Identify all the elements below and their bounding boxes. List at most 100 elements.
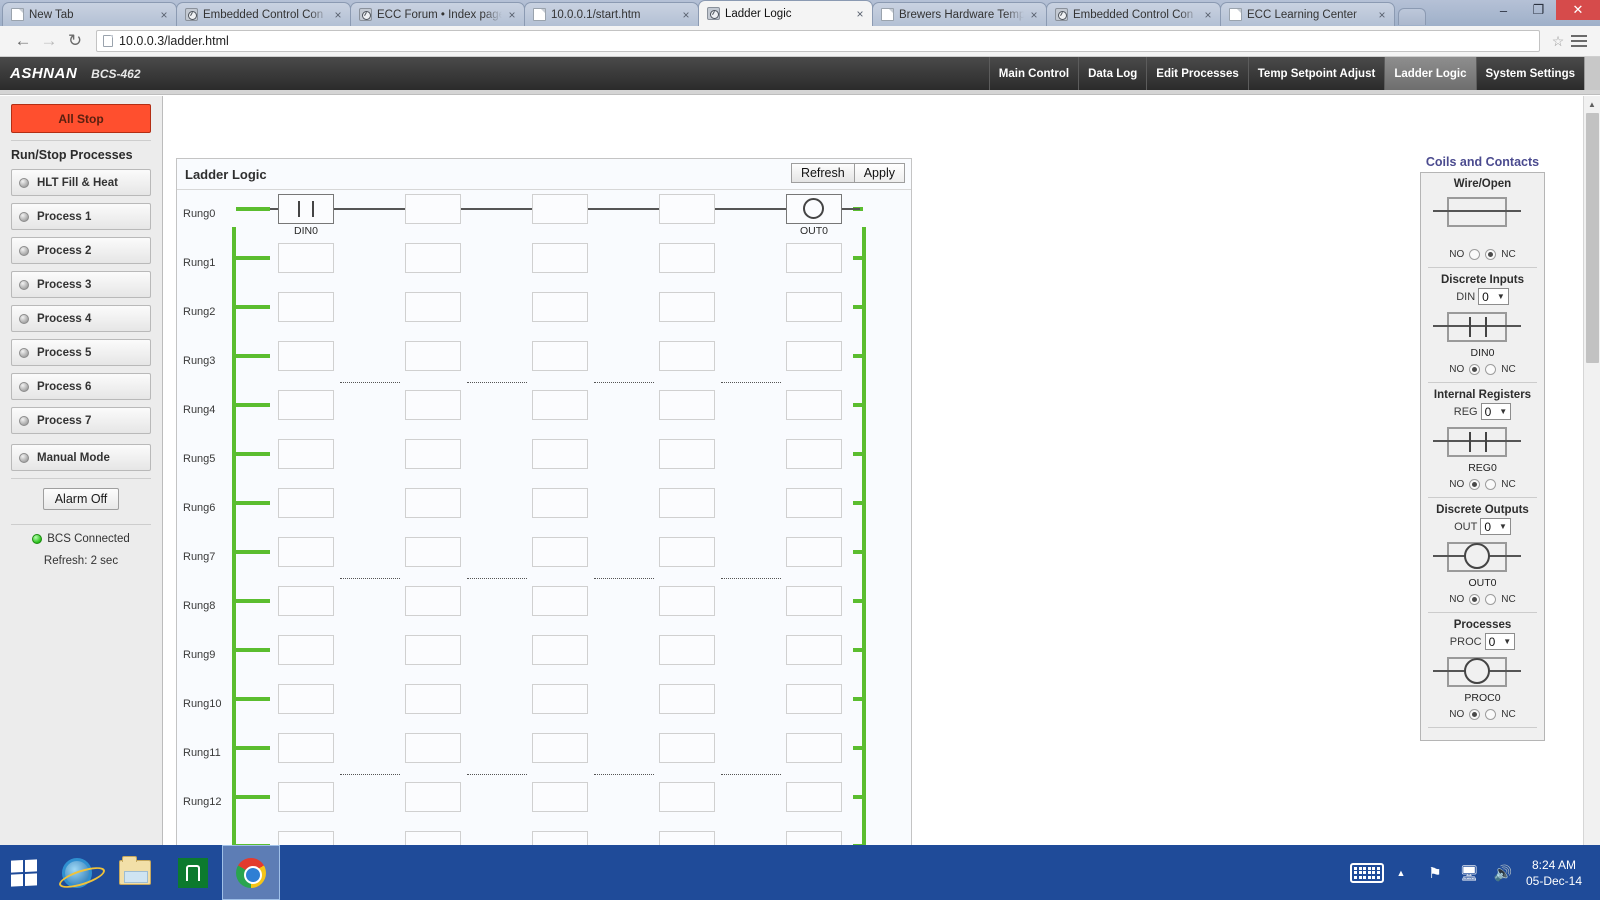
nav-item-edit-processes[interactable]: Edit Processes xyxy=(1146,57,1247,90)
ladder-cell-r8-c4[interactable] xyxy=(786,586,842,616)
radio-nc-wire[interactable] xyxy=(1485,249,1497,260)
process-button-3[interactable]: Process 3 xyxy=(11,271,151,298)
browser-tab-1[interactable]: Embedded Control Con × xyxy=(176,2,351,26)
taskbar-item-internet-explorer[interactable] xyxy=(48,845,106,900)
ladder-cell-r10-c1[interactable] xyxy=(405,684,461,714)
ladder-cell-r5-c1[interactable] xyxy=(405,439,461,469)
ladder-cell-r4-c4[interactable] xyxy=(786,390,842,420)
ladder-cell-r7-c4[interactable] xyxy=(786,537,842,567)
network-icon[interactable]: 🖥 xyxy=(1452,845,1486,900)
scrollbar-thumb[interactable] xyxy=(1586,113,1599,363)
forward-icon[interactable]: → xyxy=(36,28,62,54)
ladder-cell-r7-c3[interactable] xyxy=(659,537,715,567)
ladder-cell-r1-c4[interactable] xyxy=(786,243,842,273)
ladder-cell-r1-c0[interactable] xyxy=(278,243,334,273)
ladder-cell-r3-c4[interactable] xyxy=(786,341,842,371)
ladder-cell-r11-c2[interactable] xyxy=(532,733,588,763)
browser-tab-4[interactable]: Ladder Logic × xyxy=(698,0,873,26)
tab-close-icon[interactable]: × xyxy=(158,9,170,21)
start-button[interactable] xyxy=(0,845,48,900)
ladder-cell-r3-c1[interactable] xyxy=(405,341,461,371)
ladder-cell-r2-c1[interactable] xyxy=(405,292,461,322)
ladder-cell-r12-c4[interactable] xyxy=(786,782,842,812)
ladder-cell-r2-c3[interactable] xyxy=(659,292,715,322)
ladder-cell-r3-c0[interactable] xyxy=(278,341,334,371)
tab-close-icon[interactable]: × xyxy=(680,9,692,21)
show-hidden-icons-icon[interactable]: ▲ xyxy=(1384,845,1418,900)
scroll-up-arrow-icon[interactable]: ▲ xyxy=(1584,96,1600,113)
ladder-cell-r5-c3[interactable] xyxy=(659,439,715,469)
ladder-cell-r6-c4[interactable] xyxy=(786,488,842,518)
address-bar[interactable]: 10.0.0.3/ladder.html xyxy=(96,30,1540,52)
palette-symbol-out[interactable] xyxy=(1425,540,1540,578)
ladder-cell-r5-c0[interactable] xyxy=(278,439,334,469)
ladder-cell-r7-c2[interactable] xyxy=(532,537,588,567)
clock[interactable]: 8:24 AM 05-Dec-14 xyxy=(1520,857,1594,889)
alarm-toggle-button[interactable]: Alarm Off xyxy=(42,488,120,510)
close-icon[interactable]: ✕ xyxy=(1556,0,1600,20)
browser-tab-2[interactable]: ECC Forum • Index page × xyxy=(350,2,525,26)
radio-nc-reg[interactable] xyxy=(1485,479,1497,490)
ladder-cell-r12-c1[interactable] xyxy=(405,782,461,812)
taskbar-item-windows-store[interactable] xyxy=(164,845,222,900)
tab-close-icon[interactable]: × xyxy=(1028,9,1040,21)
nav-item-main-control[interactable]: Main Control xyxy=(988,57,1078,90)
ladder-cell-r7-c1[interactable] xyxy=(405,537,461,567)
bookmark-star-icon[interactable]: ☆ xyxy=(1548,33,1568,50)
ladder-cell-r4-c0[interactable] xyxy=(278,390,334,420)
ladder-cell-r6-c3[interactable] xyxy=(659,488,715,518)
ladder-cell-r9-c3[interactable] xyxy=(659,635,715,665)
taskbar-item-google-chrome[interactable] xyxy=(222,845,280,900)
ladder-cell-r1-c1[interactable] xyxy=(405,243,461,273)
nav-item-temp-setpoint-adjust[interactable]: Temp Setpoint Adjust xyxy=(1247,57,1385,90)
ladder-cell-r0-c2[interactable] xyxy=(532,194,588,224)
ladder-cell-r4-c3[interactable] xyxy=(659,390,715,420)
process-button-4[interactable]: Process 4 xyxy=(11,305,151,332)
ladder-cell-r9-c2[interactable] xyxy=(532,635,588,665)
ladder-cell-r13-c3[interactable] xyxy=(659,831,715,845)
ladder-cell-r10-c4[interactable] xyxy=(786,684,842,714)
ladder-cell-r4-c1[interactable] xyxy=(405,390,461,420)
palette-symbol-reg[interactable] xyxy=(1425,425,1540,463)
ladder-cell-r11-c1[interactable] xyxy=(405,733,461,763)
radio-no-din[interactable] xyxy=(1469,364,1481,375)
ladder-cell-r2-c0[interactable] xyxy=(278,292,334,322)
ladder-cell-r5-c2[interactable] xyxy=(532,439,588,469)
ladder-cell-r10-c0[interactable] xyxy=(278,684,334,714)
ladder-cell-r1-c2[interactable] xyxy=(532,243,588,273)
process-button-5[interactable]: Process 5 xyxy=(11,339,151,366)
browser-tab-6[interactable]: Embedded Control Con × xyxy=(1046,2,1221,26)
ladder-cell-r5-c4[interactable] xyxy=(786,439,842,469)
ladder-cell-r10-c2[interactable] xyxy=(532,684,588,714)
ladder-cell-r13-c1[interactable] xyxy=(405,831,461,845)
minimize-icon[interactable]: – xyxy=(1486,0,1521,20)
radio-no-proc[interactable] xyxy=(1469,709,1481,720)
nav-item-ladder-logic[interactable]: Ladder Logic xyxy=(1384,57,1476,90)
browser-tab-7[interactable]: ECC Learning Center × xyxy=(1220,2,1395,26)
browser-tab-5[interactable]: Brewers Hardware Temp × xyxy=(872,2,1047,26)
ladder-cell-r12-c0[interactable] xyxy=(278,782,334,812)
palette-symbol-din[interactable] xyxy=(1425,310,1540,348)
palette-symbol-wire[interactable] xyxy=(1425,195,1540,233)
back-icon[interactable]: ← xyxy=(10,28,36,54)
process-button-1[interactable]: Process 1 xyxy=(11,203,151,230)
palette-select-proc[interactable]: 0 ▼ xyxy=(1484,633,1516,650)
ladder-cell-r0-c3[interactable] xyxy=(659,194,715,224)
process-button-6[interactable]: Process 6 xyxy=(11,373,151,400)
refresh-button[interactable]: Refresh xyxy=(790,163,855,183)
browser-tab-0[interactable]: New Tab × xyxy=(2,2,177,26)
ladder-cell-r1-c3[interactable] xyxy=(659,243,715,273)
taskbar-item-file-explorer[interactable] xyxy=(106,845,164,900)
volume-icon[interactable]: 🔊 xyxy=(1486,845,1520,900)
ladder-cell-r2-c4[interactable] xyxy=(786,292,842,322)
radio-no-out[interactable] xyxy=(1469,594,1481,605)
ladder-cell-r6-c2[interactable] xyxy=(532,488,588,518)
ladder-cell-r8-c2[interactable] xyxy=(532,586,588,616)
radio-nc-din[interactable] xyxy=(1485,364,1497,375)
ladder-cell-r7-c0[interactable] xyxy=(278,537,334,567)
tab-close-icon[interactable]: × xyxy=(1376,9,1388,21)
ladder-cell-r2-c2[interactable] xyxy=(532,292,588,322)
nav-item-system-settings[interactable]: System Settings xyxy=(1475,57,1584,90)
ladder-cell-r9-c1[interactable] xyxy=(405,635,461,665)
browser-tab-3[interactable]: 10.0.0.1/start.htm × xyxy=(524,2,699,26)
